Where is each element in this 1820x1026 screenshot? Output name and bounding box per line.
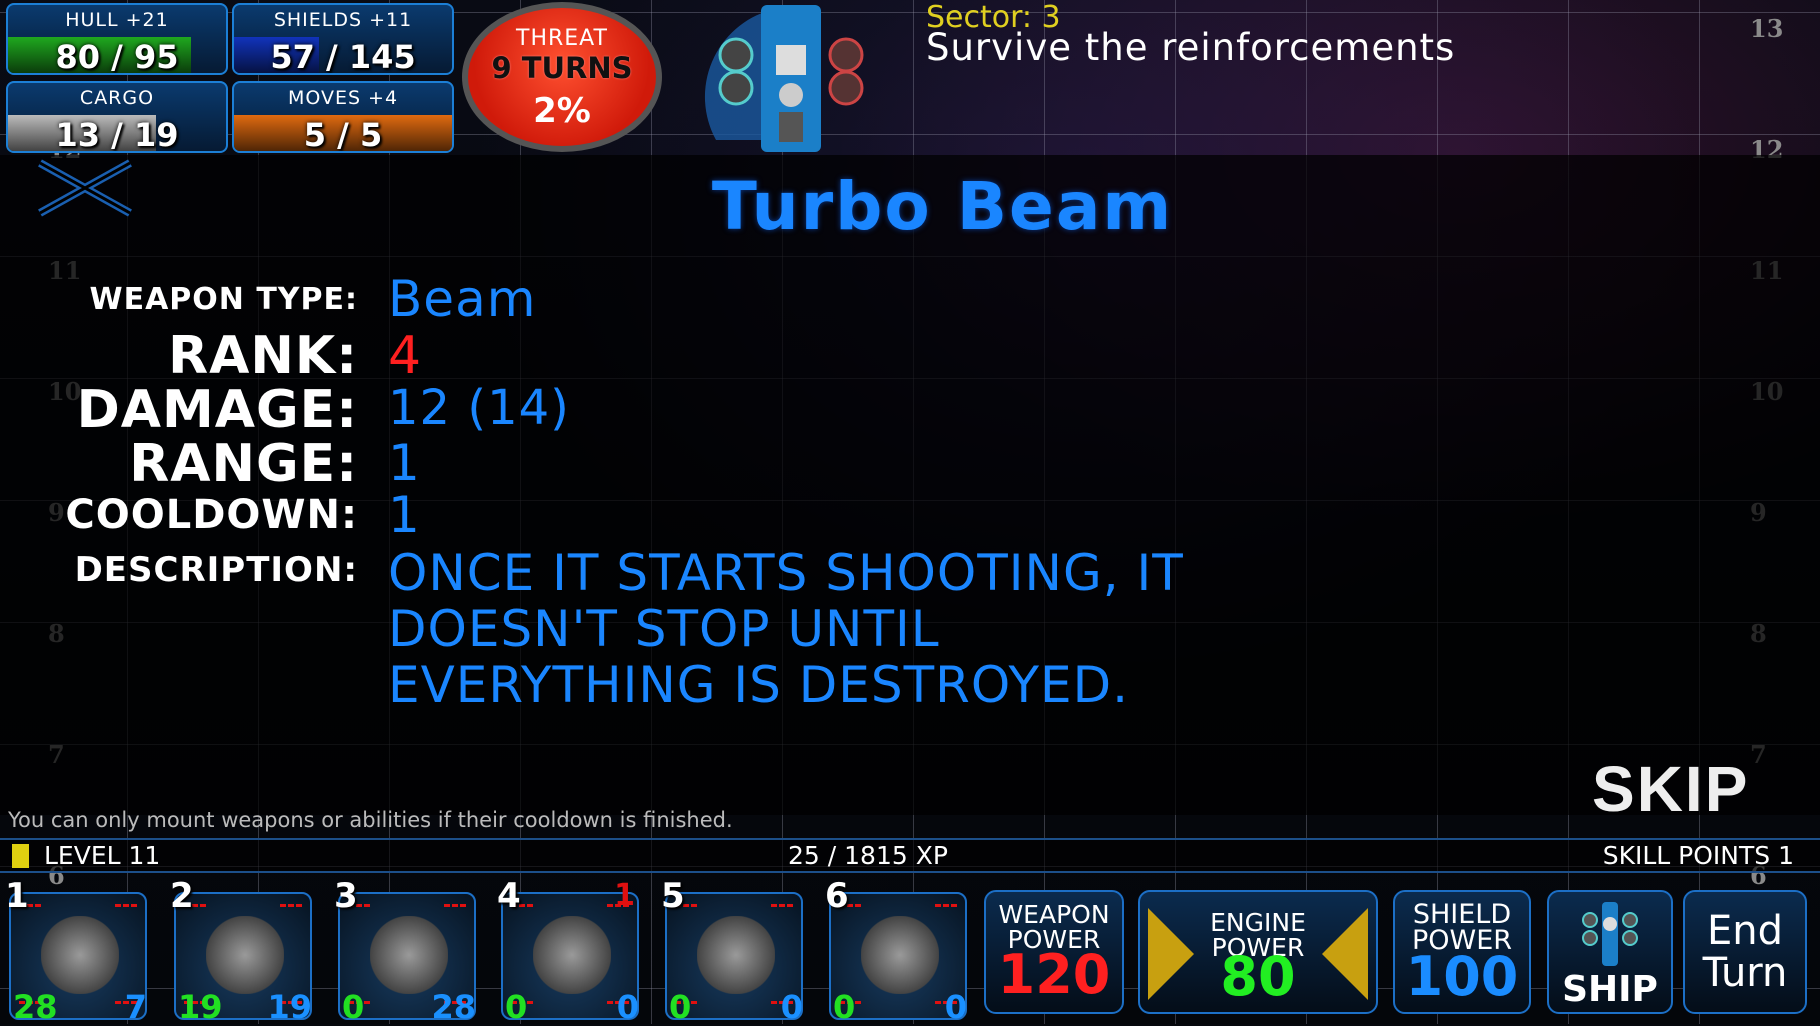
moves-value: 5 / 5 xyxy=(303,116,383,153)
hull-stat: HULL +21 80 / 95 xyxy=(6,3,228,75)
ship-button[interactable]: SHIP xyxy=(1547,890,1673,1014)
weapon-slot-6[interactable]: 6 0 0 xyxy=(825,876,967,1026)
weapon-type-label: WEAPON TYPE: xyxy=(89,282,358,317)
weapon-slot-4[interactable]: 4 0 0 1 xyxy=(497,876,639,1026)
player-ship-icon[interactable] xyxy=(676,0,906,152)
weapon-slot-3[interactable]: 3 0 28 xyxy=(334,876,476,1026)
slot-number: 2 xyxy=(170,876,194,916)
range-label: RANGE: xyxy=(129,434,358,494)
slot-green-value: 0 xyxy=(505,988,528,1026)
slot-blue-value: 0 xyxy=(616,988,639,1026)
right-arrow-icon xyxy=(1322,908,1368,1000)
slot-corner xyxy=(935,904,957,926)
cargo-stat[interactable]: CARGO 13 / 19 xyxy=(6,81,228,153)
weapon-slot-1[interactable]: 1 28 7 xyxy=(5,876,147,1026)
slot-number: 3 xyxy=(334,876,358,916)
shields-stat: SHIELDS +11 57 / 145 xyxy=(232,3,454,75)
weapon-power-value: 120 xyxy=(997,943,1111,1006)
weapon-thumbnail xyxy=(861,916,939,994)
weapon-power-button[interactable]: WEAPON POWER 120 xyxy=(984,890,1124,1014)
slot-number: 6 xyxy=(825,876,849,916)
hull-value: 80 / 95 xyxy=(55,38,179,75)
slot-number: 5 xyxy=(661,876,685,916)
cooldown-label: COOLDOWN: xyxy=(65,492,358,538)
description-line: EVERYTHING IS DESTROYED. xyxy=(388,656,1130,714)
slot-corner xyxy=(444,904,466,926)
threat-indicator: THREAT 9 TURNS 2% xyxy=(462,2,662,152)
shields-label: SHIELDS +11 xyxy=(273,9,413,31)
description-label: DESCRIPTION: xyxy=(74,550,358,590)
level-bar: LEVEL 11 25 / 1815 XP SKILL POINTS 1 xyxy=(0,838,1820,873)
left-arrow-icon xyxy=(1148,908,1194,1000)
grid-row-number: 13 xyxy=(1750,14,1784,43)
moves-label: MOVES +4 xyxy=(287,87,399,109)
slot-green-value: 28 xyxy=(13,988,58,1026)
slot-number: 4 xyxy=(497,876,521,916)
slot-number: 1 xyxy=(5,876,29,916)
slot-blue-value: 7 xyxy=(124,988,147,1026)
description-line: ONCE IT STARTS SHOOTING, IT xyxy=(388,544,1184,602)
ship-label: SHIP xyxy=(1562,969,1658,1010)
weapon-name: Turbo Beam xyxy=(711,168,1174,245)
level-progress-fill xyxy=(12,844,29,868)
damage-value: 12 (14) xyxy=(388,380,570,436)
slot-green-value: 0 xyxy=(669,988,692,1026)
mission-objective: Survive the reinforcements xyxy=(926,26,1456,69)
engine-power-button[interactable]: ENGINE POWER 80 xyxy=(1138,890,1378,1014)
slot-green-value: 0 xyxy=(342,988,365,1026)
hint-text: You can only mount weapons or abilities … xyxy=(8,808,733,832)
slot-green-value: 0 xyxy=(833,988,856,1026)
weapon-thumbnail xyxy=(370,916,448,994)
slot-blue-value: 0 xyxy=(944,988,967,1026)
slot-corner xyxy=(115,904,137,926)
rank-label: RANK: xyxy=(168,326,358,386)
weapon-slot-5[interactable]: 5 0 0 xyxy=(661,876,803,1026)
shield-power-button[interactable]: SHIELD POWER 100 xyxy=(1393,890,1531,1014)
xp-value: 25 / 1815 XP xyxy=(788,841,948,870)
weapon-type-value: Beam xyxy=(388,270,537,328)
hull-label: HULL +21 xyxy=(65,9,169,31)
weapon-thumbnail xyxy=(533,916,611,994)
end-turn-button[interactable]: End Turn xyxy=(1683,890,1807,1014)
weapon-thumbnail xyxy=(206,916,284,994)
shield-power-value: 100 xyxy=(1405,945,1519,1008)
ship-icon xyxy=(1582,902,1638,966)
cargo-label: CARGO xyxy=(79,87,155,109)
slot-corner xyxy=(280,904,302,926)
threat-percent: 2% xyxy=(533,91,591,131)
skill-points[interactable]: SKILL POINTS 1 xyxy=(1603,840,1794,871)
weapon-slot-2[interactable]: 2 19 19 xyxy=(170,876,312,1026)
slot-blue-value: 19 xyxy=(267,988,312,1026)
slot-corner xyxy=(771,904,793,926)
skip-button[interactable]: SKIP xyxy=(1592,752,1749,826)
shields-value: 57 / 145 xyxy=(270,38,416,75)
slot-blue-value: 0 xyxy=(780,988,803,1026)
description-line: DOESN'T STOP UNTIL xyxy=(388,600,940,658)
slot-blue-value: 28 xyxy=(431,988,476,1026)
moves-stat: MOVES +4 5 / 5 xyxy=(232,81,454,153)
level-label: LEVEL 11 xyxy=(44,841,161,870)
cooldown-value: 1 xyxy=(388,486,421,544)
slot-green-value: 19 xyxy=(178,988,223,1026)
threat-label: THREAT xyxy=(516,26,608,51)
cargo-value: 13 / 19 xyxy=(55,116,179,153)
weapon-description: ONCE IT STARTS SHOOTING, IT DOESN'T STOP… xyxy=(388,545,1184,713)
weapon-thumbnail xyxy=(697,916,775,994)
rank-value: 4 xyxy=(388,326,423,386)
threat-turns: 9 TURNS xyxy=(491,51,633,85)
range-value: 1 xyxy=(388,434,421,492)
damage-label: DAMAGE: xyxy=(76,380,358,440)
slot-red-value: 1 xyxy=(614,878,635,913)
weapon-thumbnail xyxy=(41,916,119,994)
